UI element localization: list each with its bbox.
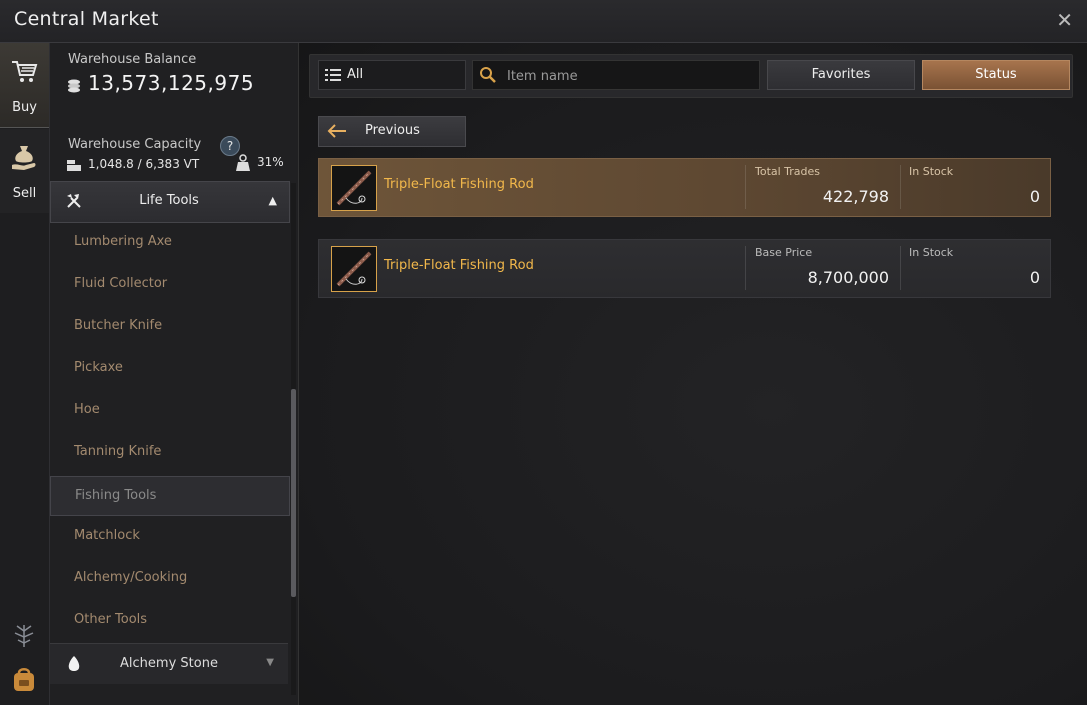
in-stock-label: In Stock	[909, 165, 954, 178]
divider	[745, 165, 746, 209]
buy-label: Buy	[12, 100, 37, 115]
expand-arrow-icon: ▼	[266, 657, 274, 668]
subcategory-label: Butcher Knife	[74, 318, 163, 333]
sell-label: Sell	[12, 186, 37, 201]
subcategory-label: Fishing Tools	[75, 488, 157, 503]
backpack-icon[interactable]	[10, 665, 38, 693]
subcategory-item[interactable]: Alchemy/Cooking	[50, 559, 288, 597]
filter-label: All	[347, 67, 364, 82]
subcategory-item[interactable]: Butcher Knife	[50, 307, 288, 345]
cart-icon	[12, 61, 38, 82]
search-box[interactable]	[472, 60, 760, 90]
in-stock-value: 0	[1029, 187, 1040, 206]
subcategory-label: Fluid Collector	[74, 276, 168, 291]
status-button[interactable]: Status	[922, 60, 1070, 90]
sell-tab[interactable]: Sell	[0, 129, 49, 213]
arrow-left-icon	[327, 124, 346, 138]
in-stock-value: 0	[1029, 268, 1040, 287]
warehouse-capacity-value: 1,048.8 / 6,383 VT	[88, 157, 200, 171]
main-panel: All Favorites Status Previous Tr	[299, 43, 1087, 705]
list-icon	[325, 69, 341, 81]
buy-tab[interactable]: Buy	[0, 43, 49, 128]
favorites-button[interactable]: Favorites	[767, 60, 915, 90]
warehouse-balance-value: 13,573,125,975	[88, 71, 255, 95]
category-life-tools[interactable]: Life Tools ▲	[50, 181, 290, 223]
search-icon	[480, 67, 496, 83]
fishing-rod-icon	[336, 251, 372, 287]
sidebar-scrollbar-thumb[interactable]	[291, 389, 296, 597]
subcategory-label: Pickaxe	[74, 360, 123, 375]
total-trades-label: Total Trades	[755, 165, 821, 178]
title-bar: Central Market ✕	[0, 0, 1087, 43]
previous-button[interactable]: Previous	[318, 116, 466, 147]
divider	[900, 165, 901, 209]
money-bag-icon	[12, 146, 36, 170]
divider	[745, 246, 746, 290]
collapse-arrow-icon: ▲	[268, 194, 277, 207]
subcategory-label: Other Tools	[74, 612, 148, 627]
warehouse-capacity-percent: 31%	[257, 155, 284, 169]
search-toolbar: All Favorites Status	[309, 54, 1073, 98]
subcategory-item[interactable]: Lumbering Axe	[50, 223, 288, 261]
subcategory-label: Tanning Knife	[74, 444, 162, 459]
item-thumbnail	[331, 165, 377, 211]
divider	[900, 246, 901, 290]
base-price-value: 8,700,000	[807, 268, 889, 287]
subcategory-item[interactable]: Fluid Collector	[50, 265, 288, 303]
left-nav: Buy Sell	[0, 43, 50, 705]
total-trades-value: 422,798	[822, 187, 889, 206]
close-icon[interactable]: ✕	[1056, 8, 1073, 32]
item-thumbnail	[331, 246, 377, 292]
subcategory-item-selected[interactable]: Fishing Tools	[50, 476, 290, 516]
item-row-selected[interactable]: Triple-Float Fishing Rod Total Trades 42…	[318, 158, 1051, 217]
category-life-tools-label: Life Tools	[139, 193, 199, 208]
subcategory-item[interactable]: Matchlock	[50, 517, 288, 555]
category-sidebar: Warehouse Balance 13,573,125,975 Warehou…	[50, 43, 299, 705]
item-name: Triple-Float Fishing Rod	[384, 177, 534, 192]
category-alchemy-stone[interactable]: Alchemy Stone ▼	[50, 643, 288, 684]
item-name: Triple-Float Fishing Rod	[384, 258, 534, 273]
silver-coins-icon	[68, 79, 80, 93]
subcategory-label: Lumbering Axe	[74, 234, 172, 249]
subcategory-label: Alchemy/Cooking	[74, 570, 188, 585]
warehouse-icon	[67, 160, 81, 171]
subcategory-item[interactable]: Pickaxe	[50, 349, 288, 387]
filter-dropdown[interactable]: All	[318, 60, 466, 90]
previous-label: Previous	[365, 123, 420, 138]
subcategory-item[interactable]: Hoe	[50, 391, 288, 429]
search-input[interactable]	[505, 65, 749, 87]
base-price-label: Base Price	[755, 246, 813, 259]
subcategory-label: Matchlock	[74, 528, 140, 543]
window-title: Central Market	[14, 8, 159, 30]
category-alchemy-stone-label: Alchemy Stone	[120, 656, 218, 671]
subcategory-label: Hoe	[74, 402, 100, 417]
in-stock-label: In Stock	[909, 246, 954, 259]
warehouse-balance-label: Warehouse Balance	[68, 52, 197, 67]
tree-icon[interactable]	[11, 621, 37, 649]
fishing-rod-icon	[336, 170, 372, 206]
subcategory-item[interactable]: Other Tools	[50, 601, 288, 639]
subcategory-item[interactable]: Tanning Knife	[50, 433, 288, 471]
item-row[interactable]: Triple-Float Fishing Rod Base Price 8,70…	[318, 239, 1051, 298]
weight-icon	[236, 154, 250, 171]
warehouse-capacity-label: Warehouse Capacity	[68, 137, 202, 152]
